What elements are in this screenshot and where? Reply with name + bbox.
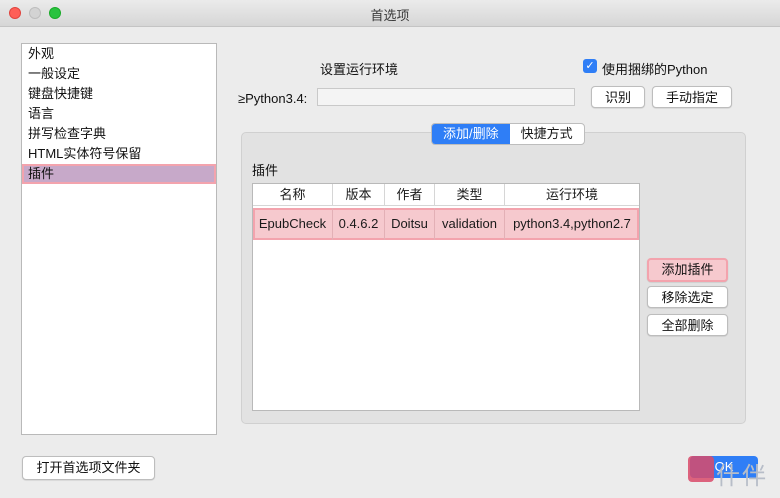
column-header-version[interactable]: 版本	[333, 184, 385, 206]
watermark-text: 什伴	[716, 462, 768, 490]
remove-all-button[interactable]: 全部删除	[647, 314, 728, 336]
use-bundled-python-label[interactable]: 使用捆绑的Python	[602, 59, 707, 78]
plugin-type-cell: validation	[435, 208, 505, 240]
plugins-table[interactable]: 名称 版本 作者 类型 运行环境 EpubCheck 0.4.6.2 Doits…	[252, 183, 640, 411]
python-path-label: ≥Python3.4:	[238, 91, 308, 106]
watermark: 什伴	[688, 456, 778, 496]
tab-shortcuts[interactable]: 快捷方式	[510, 124, 584, 144]
plugin-env-cell: python3.4,python2.7	[513, 216, 631, 231]
sidebar-item-keyboard-shortcuts[interactable]: 键盘快捷键	[22, 84, 216, 104]
plugin-tabs: 添加/删除 快捷方式	[431, 123, 585, 145]
python-path-field[interactable]	[317, 88, 575, 106]
sidebar-item-html-entities[interactable]: HTML实体符号保留	[22, 144, 216, 164]
plugins-heading: 插件	[252, 163, 279, 178]
sidebar-item-general[interactable]: 一般设定	[22, 64, 216, 84]
preferences-sidebar: 外观 一般设定 键盘快捷键 语言 拼写检查字典 HTML实体符号保留 插件	[21, 43, 217, 435]
plugin-version-cell: 0.4.6.2	[333, 208, 385, 240]
plugin-name-cell: EpubCheck	[253, 208, 333, 240]
preferences-window: 首选项 外观 一般设定 键盘快捷键 语言 拼写检查字典 HTML实体符号保留 插…	[0, 0, 780, 498]
manual-specify-button[interactable]: 手动指定	[652, 86, 732, 108]
identify-button[interactable]: 识别	[591, 86, 645, 108]
add-plugin-button[interactable]: 添加插件	[647, 258, 728, 282]
title-bar: 首选项	[0, 0, 780, 27]
remove-selected-button[interactable]: 移除选定	[647, 286, 728, 308]
column-header-name[interactable]: 名称	[253, 184, 333, 206]
plugin-author-cell: Doitsu	[385, 208, 435, 240]
sidebar-item-language[interactable]: 语言	[22, 104, 216, 124]
open-preferences-folder-button[interactable]: 打开首选项文件夹	[22, 456, 155, 480]
tab-add-remove[interactable]: 添加/删除	[432, 124, 510, 144]
column-header-type[interactable]: 类型	[435, 184, 505, 206]
sidebar-item-spellcheck[interactable]: 拼写检查字典	[22, 124, 216, 144]
column-header-author[interactable]: 作者	[385, 184, 435, 206]
table-row[interactable]: EpubCheck 0.4.6.2 Doitsu validation pyth…	[253, 208, 639, 240]
use-bundled-python-checkbox[interactable]: ✓	[583, 59, 597, 73]
watermark-logo-icon	[688, 456, 714, 482]
column-header-env[interactable]: 运行环境	[505, 184, 639, 206]
sidebar-item-plugins[interactable]: 插件	[22, 164, 216, 184]
env-heading: 设置运行环境	[320, 62, 399, 77]
sidebar-item-appearance[interactable]: 外观	[22, 44, 216, 64]
window-title: 首选项	[370, 8, 410, 23]
